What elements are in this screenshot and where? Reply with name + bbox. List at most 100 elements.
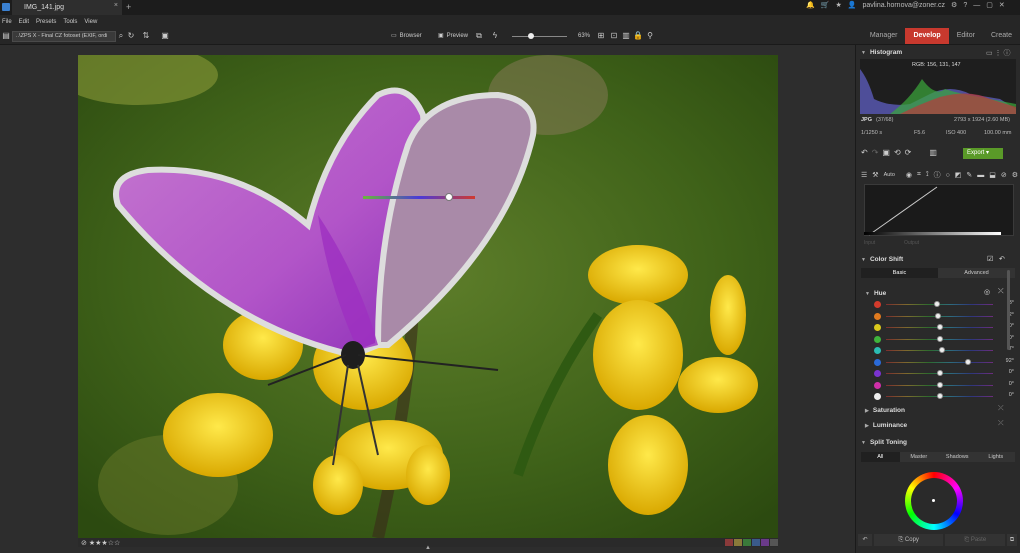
hue-slider-knob[interactable]	[936, 335, 943, 342]
color-label-blue[interactable]	[752, 539, 760, 546]
tab-basic[interactable]: Basic	[861, 268, 938, 278]
tab-create[interactable]: Create	[983, 28, 1020, 44]
hue-slider-knob[interactable]	[938, 347, 945, 353]
hue-slider-knob[interactable]	[936, 370, 943, 376]
tab-all[interactable]: All	[861, 452, 900, 462]
lock-icon[interactable]: 🔒	[633, 31, 643, 41]
tab-develop[interactable]: Develop	[905, 28, 949, 44]
close-tab-icon[interactable]: ×	[114, 2, 118, 9]
image-icon[interactable]: ▣	[882, 148, 890, 157]
color-shift-header[interactable]: ▼ Color Shift	[856, 254, 1020, 265]
hue-slider-track[interactable]	[886, 361, 993, 363]
settings-gear-icon[interactable]: ⚙	[1012, 171, 1018, 179]
tone-curve[interactable]	[864, 184, 1014, 236]
hue-slider-knob[interactable]	[935, 312, 942, 319]
crop-menu-icon[interactable]: ▥	[929, 148, 937, 157]
search-icon[interactable]: ⌕	[116, 31, 126, 41]
split-toning-header[interactable]: ▼ Split Toning	[856, 437, 1020, 448]
eraser-icon[interactable]: ▬	[977, 172, 984, 179]
hue-slider-knob[interactable]	[934, 301, 941, 307]
rotate-right-icon[interactable]: ⟳	[905, 148, 912, 157]
document-tab[interactable]: IMG_141.jpg ×	[12, 0, 122, 15]
histogram-options-icon[interactable]: ▭ ⋮ ⓘ	[986, 48, 1011, 58]
color-label-yellow[interactable]	[734, 539, 742, 546]
zoom-slider-knob[interactable]	[528, 33, 534, 39]
compare-icon[interactable]: ▥	[621, 31, 631, 41]
redo-icon[interactable]: ↷	[872, 148, 879, 157]
refresh-icon[interactable]: ↻	[126, 31, 136, 41]
bandaid-icon[interactable]: ⊘	[1001, 171, 1007, 179]
tab-shadows[interactable]: Shadows	[938, 452, 977, 462]
color-wheel-point[interactable]	[932, 499, 935, 502]
auto-icon[interactable]: ⚒	[872, 171, 878, 179]
zoom-slider[interactable]	[512, 33, 567, 39]
tab-master[interactable]: Master	[900, 452, 939, 462]
circle-tool-icon[interactable]: ○	[946, 172, 950, 179]
menu-icon[interactable]: ☰	[861, 171, 867, 179]
menu-view[interactable]: View	[84, 19, 97, 25]
hue-slider-knob[interactable]	[965, 358, 972, 365]
tab-lights[interactable]: Lights	[977, 452, 1016, 462]
hue-slider-knob[interactable]	[936, 393, 943, 399]
tab-manager[interactable]: Manager	[862, 28, 906, 44]
on-image-hue-knob[interactable]	[445, 193, 453, 201]
menu-tools[interactable]: Tools	[63, 19, 77, 25]
paste-button[interactable]: ⎗ Paste	[945, 534, 1006, 546]
color-label-purple[interactable]	[761, 539, 769, 546]
notification-icon[interactable]: 🔔	[806, 1, 815, 9]
panel-scrollbar[interactable]	[1007, 270, 1010, 350]
reject-icon[interactable]: ⊘	[81, 539, 87, 547]
copy-button[interactable]: ⎘ Copy	[873, 534, 944, 546]
color-label-green[interactable]	[743, 539, 751, 546]
preview-button[interactable]: ▣ Preview	[438, 31, 468, 42]
share-icon[interactable]: ⚲	[645, 31, 655, 41]
color-wheel[interactable]	[905, 472, 963, 530]
browser-button[interactable]: ▭ Browser	[391, 31, 422, 42]
photo-canvas[interactable]	[78, 55, 778, 538]
luminance-reset-icon[interactable]: ⤫	[998, 420, 1004, 428]
help-icon[interactable]: ?	[963, 2, 967, 9]
rotate-left-icon[interactable]: ⟲	[894, 148, 901, 157]
flash-icon[interactable]: ϟ	[490, 31, 500, 41]
color-label-none[interactable]	[770, 539, 778, 546]
minimize-icon[interactable]: —	[973, 2, 980, 9]
color-label-red[interactable]	[725, 539, 733, 546]
gift-icon[interactable]: ★	[835, 1, 841, 9]
hue-header[interactable]: ▼ Hue	[856, 288, 1020, 299]
user-icon[interactable]: 👤	[848, 1, 857, 9]
saturation-header[interactable]: ▶ Saturation	[856, 405, 1020, 416]
perspective-icon[interactable]: ⟟	[926, 171, 929, 179]
fit-icon[interactable]: ⊞	[596, 31, 606, 41]
maximize-icon[interactable]: ▢	[986, 1, 993, 9]
menu-presets[interactable]: Presets	[36, 19, 56, 25]
hue-slider-knob[interactable]	[936, 324, 943, 330]
close-window-icon[interactable]: ✕	[999, 1, 1005, 9]
undo-icon[interactable]: ↶	[861, 148, 868, 157]
gradient-tool-icon[interactable]: ◩	[955, 171, 962, 179]
path-field[interactable]: ..\ZPS X - Final CZ fotoset (EXIF, ordi	[12, 31, 116, 42]
color-shift-reset-icon[interactable]: ↶	[999, 255, 1005, 263]
rating-stars[interactable]: ★★★☆☆	[89, 539, 120, 547]
duplicate-icon[interactable]: ⧉	[1007, 534, 1017, 546]
crop-icon[interactable]: ⌗	[917, 171, 921, 179]
folder-icon[interactable]: ▤	[1, 31, 11, 41]
hue-slider-knob[interactable]	[936, 381, 943, 388]
luminance-header[interactable]: ▶ Luminance	[856, 420, 1020, 431]
menu-file[interactable]: File	[2, 19, 12, 25]
hue-picker-icon[interactable]: ◎	[984, 288, 990, 296]
new-tab-icon[interactable]: +	[126, 2, 131, 12]
auto-label[interactable]: Auto	[884, 172, 895, 178]
user-email[interactable]: pavlina.hornova@zoner.cz	[862, 2, 945, 9]
hue-reset-icon[interactable]: ⤫	[998, 288, 1004, 296]
sort-icon[interactable]: ⇅	[141, 31, 151, 41]
actual-size-icon[interactable]: ⊡	[609, 31, 619, 41]
stamp-icon[interactable]: ⬓	[989, 171, 996, 179]
collapse-filmstrip-icon[interactable]: ▲	[425, 545, 431, 551]
menu-edit[interactable]: Edit	[19, 19, 29, 25]
external-window-icon[interactable]: ⧉	[474, 31, 484, 41]
cart-icon[interactable]: 🛒	[821, 1, 830, 9]
saturation-reset-icon[interactable]: ⤫	[998, 405, 1004, 413]
info-tool-icon[interactable]: ⓘ	[934, 170, 941, 180]
tab-advanced[interactable]: Advanced	[938, 268, 1015, 278]
tab-editor[interactable]: Editor	[949, 28, 983, 44]
